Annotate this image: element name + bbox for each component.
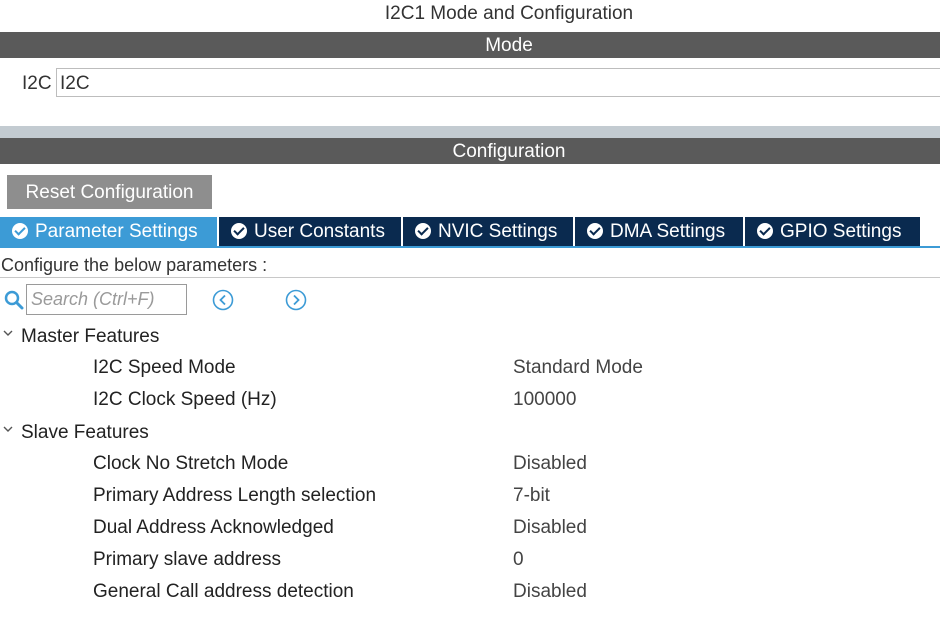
param-value[interactable]: 7-bit [513, 485, 550, 507]
tab-label: GPIO Settings [780, 221, 902, 242]
check-circle-icon [587, 223, 603, 239]
tab-label: NVIC Settings [438, 221, 558, 242]
tab-user-constants[interactable]: User Constants [219, 217, 401, 246]
tab-label: User Constants [254, 221, 385, 242]
config-tabs: Parameter Settings User Constants NVIC S… [0, 217, 940, 246]
divider [0, 277, 940, 278]
param-value[interactable]: Disabled [513, 453, 587, 475]
tab-label: DMA Settings [610, 221, 726, 242]
tab-parameter-settings[interactable]: Parameter Settings [0, 217, 217, 246]
param-name: Clock No Stretch Mode [93, 453, 289, 474]
param-value[interactable]: Disabled [513, 517, 587, 539]
instruction-text: Configure the below parameters : [1, 255, 268, 275]
section-separator [0, 126, 940, 138]
check-circle-icon [415, 223, 431, 239]
chevron-down-icon [3, 330, 13, 336]
tab-dma-settings[interactable]: DMA Settings [575, 217, 743, 246]
check-circle-icon [231, 223, 247, 239]
param-value[interactable]: Disabled [513, 581, 587, 603]
group-master-features[interactable]: Master Features [0, 325, 159, 348]
tab-nvic-settings[interactable]: NVIC Settings [403, 217, 573, 246]
tab-label: Parameter Settings [35, 221, 198, 242]
check-circle-icon [757, 223, 773, 239]
chevron-right-circle-icon[interactable] [285, 289, 307, 311]
tab-underline [0, 246, 940, 248]
configuration-header-label: Configuration [452, 141, 566, 162]
group-label: Slave Features [21, 422, 149, 443]
param-name: General Call address detection [93, 581, 354, 602]
group-label: Master Features [21, 326, 160, 347]
param-value[interactable]: Standard Mode [513, 357, 643, 379]
i2c-mode-select[interactable]: I2C [56, 68, 940, 97]
mode-header: Mode [0, 32, 940, 58]
check-circle-icon [12, 223, 28, 239]
param-name: Primary slave address [93, 549, 281, 570]
reset-configuration-button[interactable]: Reset Configuration [7, 175, 212, 209]
search-icon [4, 290, 24, 310]
param-name: I2C Speed Mode [93, 357, 236, 378]
chevron-down-icon [3, 426, 13, 432]
group-slave-features[interactable]: Slave Features [0, 421, 149, 444]
mode-header-label: Mode [485, 35, 533, 56]
chevron-left-circle-icon[interactable] [212, 289, 234, 311]
window-title: I2C1 Mode and Configuration [384, 3, 634, 24]
param-value[interactable]: 100000 [513, 389, 576, 411]
configuration-header: Configuration [0, 138, 940, 164]
tab-gpio-settings[interactable]: GPIO Settings [745, 217, 920, 246]
param-name: I2C Clock Speed (Hz) [93, 389, 277, 410]
search-input[interactable] [26, 284, 187, 315]
param-name: Dual Address Acknowledged [93, 517, 334, 538]
i2c-mode-label: I2C [22, 73, 52, 94]
param-name: Primary Address Length selection [93, 485, 377, 506]
param-value[interactable]: 0 [513, 549, 524, 571]
